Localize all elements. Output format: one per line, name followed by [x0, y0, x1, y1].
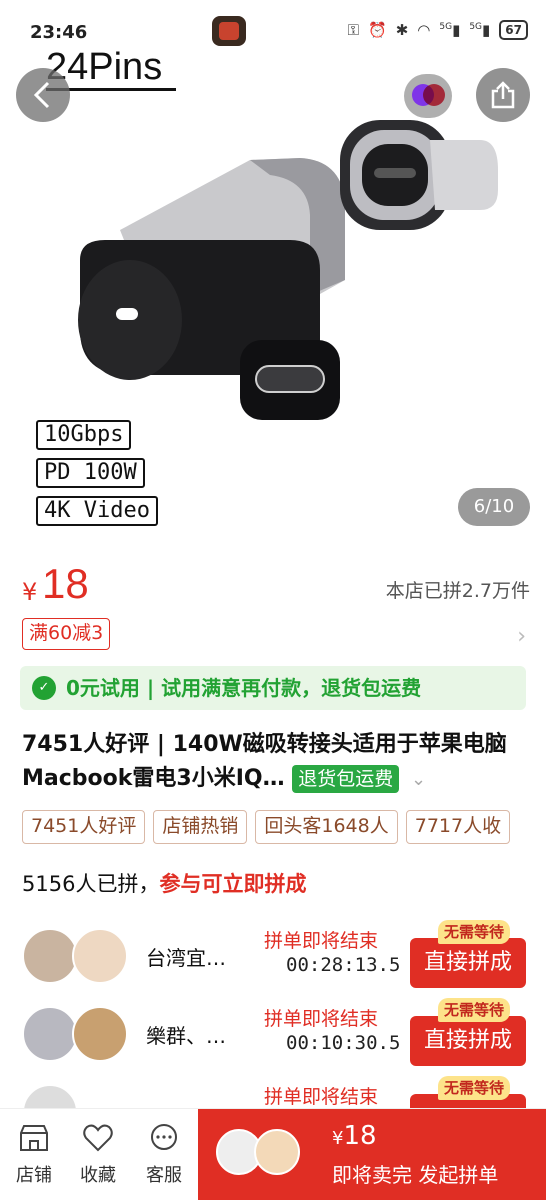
bottom-action-bar: 店铺 收藏 客服 ¥18 即将卖完 发起拼单: [0, 1108, 546, 1200]
key-icon: ⚿: [347, 21, 359, 39]
group-row[interactable]: 樂群、… 拼单即将结束 00:10:30.5 直接拼成 无需等待: [0, 998, 546, 1074]
signal-icon: 5G▮: [469, 21, 491, 39]
product-title[interactable]: 7451人好评 | 140W磁吸转接头适用于苹果电脑Macbook雷电3小米IQ…: [22, 728, 522, 797]
product-page: 24Pins 10Gbps PD 100W 4K Video 6/10 23:4…: [0, 0, 546, 1200]
tag-list: 7451人好评 店铺热销 回头客1648人 7717人收: [22, 810, 546, 844]
bluetooth-icon: ✱: [395, 21, 409, 39]
gallery-pager: 6/10: [458, 488, 530, 526]
buy-label: 即将卖完 发起拼单: [332, 1163, 499, 1187]
trial-icon: ✓: [32, 676, 56, 700]
avatar: [22, 928, 78, 984]
countdown-timer: 00:28:13.5: [286, 954, 401, 976]
group-leader-name: 台湾宜…: [146, 946, 226, 970]
share-button[interactable]: [476, 68, 530, 122]
join-group-button[interactable]: 直接拼成: [410, 938, 526, 988]
group-count: 5156人已拼，: [22, 872, 160, 896]
countdown-timer: 00:10:30.5: [286, 1032, 401, 1054]
sold-count: 本店已拼2.7万件: [385, 580, 530, 602]
no-wait-badge: 无需等待: [438, 920, 511, 944]
no-wait-badge: 无需等待: [438, 998, 511, 1022]
status-bar: 23:46 ⚿ ⏰ ✱ ◠ 5G▮ 5G▮ 67: [0, 0, 546, 60]
customer-service-button[interactable]: 客服: [134, 1123, 194, 1187]
price-row: ¥ 18 本店已拼2.7万件: [0, 560, 546, 610]
trial-text: 0元试用 | 试用满意再付款，退货包运费: [66, 676, 422, 700]
price-currency: ¥: [22, 578, 38, 606]
tag-item[interactable]: 店铺热销: [153, 810, 248, 844]
avatar: [72, 1006, 128, 1062]
service-label: 客服: [146, 1165, 182, 1186]
avatar: [22, 1006, 78, 1062]
tag-item[interactable]: 回头客1648人: [255, 810, 398, 844]
favorite-label: 收藏: [80, 1165, 116, 1186]
group-buy-header: 5156人已拼，参与可立即拼成: [22, 868, 306, 898]
store-icon: [20, 1125, 48, 1151]
wifi-icon: ◠: [417, 21, 431, 39]
status-time: 23:46: [30, 22, 88, 43]
spec-badge: 10Gbps: [36, 420, 132, 450]
start-group-buy-button[interactable]: ¥18 即将卖完 发起拼单: [198, 1109, 546, 1200]
heart-icon: [83, 1124, 113, 1152]
store-label: 店铺: [16, 1165, 52, 1186]
tag-item[interactable]: 7451人好评: [22, 810, 146, 844]
product-gallery[interactable]: 24Pins 10Gbps PD 100W 4K Video 6/10: [0, 0, 546, 540]
price-amount: 18: [42, 560, 89, 607]
app-notification-icon: [212, 16, 246, 46]
favorite-button[interactable]: 收藏: [68, 1123, 128, 1187]
free-trial-banner[interactable]: ✓ 0元试用 | 试用满意再付款，退货包运费: [20, 666, 526, 710]
spec-badge: 4K Video: [36, 496, 158, 526]
spec-badge: PD 100W: [36, 458, 145, 488]
tag-item[interactable]: 7717人收: [405, 810, 511, 844]
group-leader-name: 樂群、…: [146, 1024, 226, 1048]
product-image: [78, 120, 498, 420]
no-wait-badge: 无需等待: [438, 1076, 511, 1100]
avatar: [72, 928, 128, 984]
buy-price: ¥18: [332, 1121, 377, 1151]
chat-icon: [151, 1124, 177, 1150]
status-icons: ⚿ ⏰ ✱ ◠ 5G▮ 5G▮ 67: [348, 20, 528, 40]
back-button[interactable]: [16, 68, 70, 122]
coupon-badge[interactable]: 满60减3: [22, 618, 111, 650]
avatar: [254, 1129, 300, 1175]
group-ending-label: 拼单即将结束: [264, 1086, 379, 1108]
battery-icon: 67: [499, 20, 528, 40]
group-cta: 参与可立即拼成: [159, 872, 307, 896]
share-icon: [491, 81, 515, 109]
group-row[interactable]: 台湾宜… 拼单即将结束 00:28:13.5 直接拼成 无需等待: [0, 920, 546, 996]
join-group-button[interactable]: 直接拼成: [410, 1016, 526, 1066]
group-ending-label: 拼单即将结束: [264, 1008, 379, 1030]
group-ending-label: 拼单即将结束: [264, 930, 379, 952]
chevron-right-icon[interactable]: ›: [517, 624, 526, 649]
chevron-down-icon[interactable]: ⌄: [411, 769, 426, 790]
signal-icon: 5G▮: [439, 21, 461, 39]
chevron-left-icon: [33, 81, 50, 109]
brand-logo-icon[interactable]: [404, 74, 452, 118]
alarm-icon: ⏰: [368, 21, 387, 39]
store-button[interactable]: 店铺: [4, 1123, 64, 1187]
product-title-text: 7451人好评 | 140W磁吸转接头适用于苹果电脑Macbook雷电3小米IQ…: [22, 732, 507, 791]
return-shipping-tag: 退货包运费: [292, 765, 400, 793]
